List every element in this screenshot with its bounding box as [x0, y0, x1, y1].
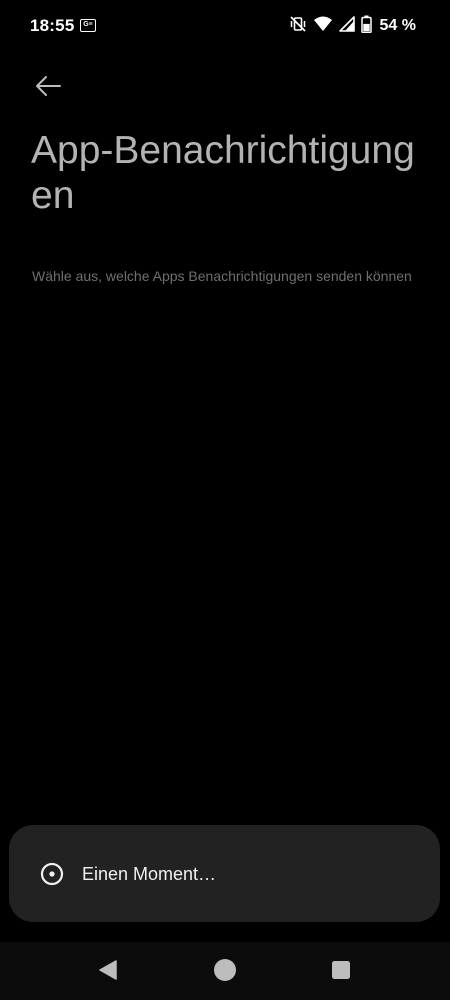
wifi-icon	[313, 15, 333, 38]
nav-recents-button[interactable]	[327, 958, 355, 986]
vibrate-off-icon	[289, 15, 307, 38]
signal-icon	[338, 15, 355, 38]
status-bar: 18:55 G≡ 54 %	[0, 0, 450, 52]
home-circle-icon	[213, 958, 237, 987]
nav-back-button[interactable]	[94, 958, 122, 986]
notification-app-icon: G≡	[80, 19, 96, 32]
page-subtitle: Wähle aus, welche Apps Benachrichtigunge…	[32, 268, 412, 284]
navigation-bar	[0, 942, 450, 1000]
page-title: App-Benachrichtigungen	[31, 129, 415, 217]
loading-toast: Einen Moment…	[9, 825, 440, 922]
loading-icon	[40, 862, 64, 886]
battery-percent: 54 %	[379, 17, 416, 34]
recents-square-icon	[331, 960, 351, 985]
loading-message: Einen Moment…	[82, 864, 217, 884]
status-icons: 54 %	[289, 14, 416, 38]
back-button[interactable]	[28, 70, 68, 106]
battery-icon	[360, 15, 372, 38]
back-triangle-icon	[97, 959, 119, 986]
arrow-back-icon	[34, 75, 62, 102]
nav-home-button[interactable]	[211, 958, 239, 986]
status-time: 18:55	[30, 16, 75, 35]
